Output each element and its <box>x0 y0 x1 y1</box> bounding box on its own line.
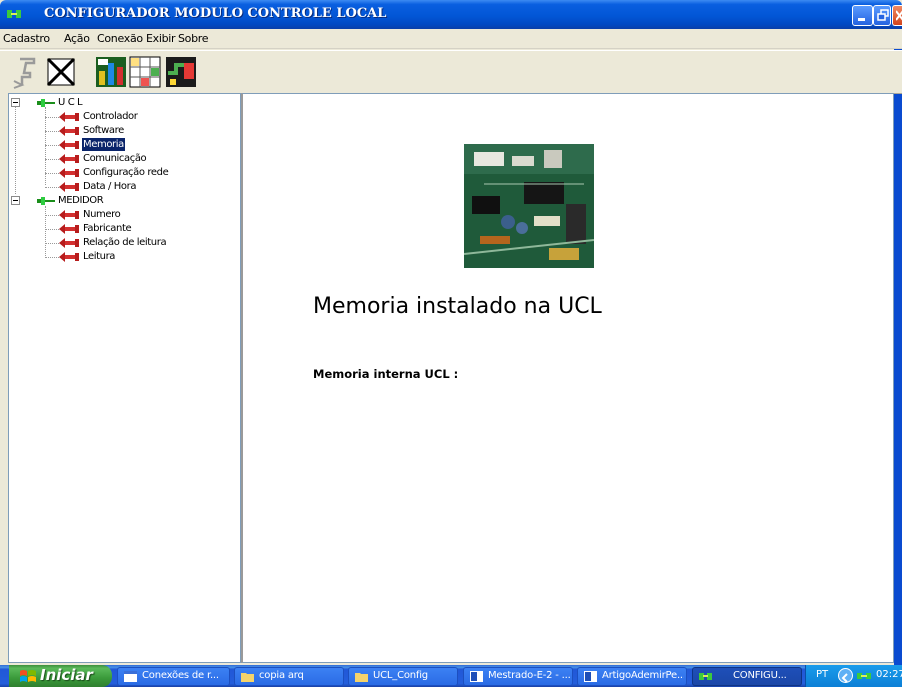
chevron-left-icon <box>841 673 848 683</box>
menu-conexao[interactable]: Conexão <box>97 32 143 45</box>
windows-flag-icon <box>20 670 36 682</box>
clock: 02:27 <box>876 669 902 680</box>
taskbar-label: CONFIGU... <box>733 670 787 681</box>
plug-green-icon <box>37 99 55 107</box>
connect-icon[interactable] <box>8 55 42 89</box>
tree-label: Relação de leitura <box>83 237 167 248</box>
plug-red-icon <box>59 154 79 164</box>
window-frame-right <box>894 29 902 665</box>
word-document-icon <box>584 671 597 682</box>
memory-field-label: Memoria interna UCL : <box>313 367 459 381</box>
disconnect-icon[interactable] <box>44 55 78 89</box>
window-title: CONFIGURADOR MODULO CONTROLE LOCAL <box>44 6 387 21</box>
menu-sobre[interactable]: Sobre <box>178 32 209 45</box>
taskbar-label: Mestrado-E-2 - ... <box>488 670 570 681</box>
restore-button[interactable] <box>873 5 891 26</box>
restore-icon <box>877 9 889 21</box>
navigation-tree: U C L Controlador Software Memoria Comun… <box>8 93 241 663</box>
menu-bar: Cadastro Ação Conexão Exibir Sobre <box>0 29 902 49</box>
tree-label: Comunicação <box>83 153 147 164</box>
tree-item-leitura[interactable]: Leitura <box>45 250 235 264</box>
tree-node-medidor[interactable]: MEDIDOR <box>11 194 211 208</box>
window-frame-left <box>0 93 8 665</box>
tree-label: Software <box>83 125 124 136</box>
tree-item-software[interactable]: Software <box>45 124 235 138</box>
tree-node-ucl[interactable]: U C L <box>11 96 211 110</box>
taskbar: Iniciar Conexões de r... copia arq UCL_C… <box>0 665 902 687</box>
tree-label: Configuração rede <box>83 167 169 178</box>
taskbar-button-conexoes[interactable]: Conexões de r... <box>117 667 230 686</box>
window-icon <box>124 671 137 682</box>
plug-red-icon <box>59 238 79 248</box>
taskbar-label: Conexões de r... <box>142 670 219 681</box>
plug-red-icon <box>59 140 79 150</box>
page-title: Memoria instalado na UCL <box>313 294 602 319</box>
taskbar-label: UCL_Config <box>373 670 428 681</box>
tree-label: Controlador <box>83 111 138 122</box>
folder-icon <box>241 673 254 682</box>
content-panel: Memoria instalado na UCL Memoria interna… <box>241 93 894 663</box>
tree-label: Numero <box>83 209 121 220</box>
title-bar[interactable]: CONFIGURADOR MODULO CONTROLE LOCAL <box>0 0 902 29</box>
tree-label: Data / Hora <box>83 181 137 192</box>
collapse-icon[interactable] <box>11 98 20 107</box>
toolbar <box>0 50 902 94</box>
app-icon <box>7 10 21 18</box>
start-label: Iniciar <box>40 666 93 684</box>
plug-red-icon <box>59 224 79 234</box>
collapse-icon[interactable] <box>11 196 20 205</box>
tree-label: U C L <box>58 97 83 108</box>
plug-red-icon <box>59 182 79 192</box>
start-button[interactable]: Iniciar <box>9 665 112 687</box>
close-button[interactable] <box>892 5 902 26</box>
taskbar-button-artigo[interactable]: ArtigoAdemirPe... <box>577 667 687 686</box>
plug-red-icon <box>59 210 79 220</box>
menu-cadastro[interactable]: Cadastro <box>3 32 50 45</box>
tree-label: Fabricante <box>83 223 132 234</box>
taskbar-button-configurador[interactable]: CONFIGU... <box>692 667 802 686</box>
tree-label: Leitura <box>83 251 116 262</box>
app-plug-icon <box>699 673 712 680</box>
taskbar-label: copia arq <box>259 670 304 681</box>
minimize-icon <box>858 18 865 21</box>
tree-item-comunicacao[interactable]: Comunicação <box>45 152 235 166</box>
tree-item-data-hora[interactable]: Data / Hora <box>45 180 235 194</box>
app-window: CONFIGURADOR MODULO CONTROLE LOCAL Cadas… <box>0 0 902 687</box>
taskbar-button-copia-arq[interactable]: copia arq <box>234 667 344 686</box>
plug-red-icon <box>59 168 79 178</box>
tree-line <box>15 102 16 194</box>
plug-red-icon <box>59 112 79 122</box>
controller-config-icon[interactable] <box>94 55 128 89</box>
plug-red-icon <box>59 126 79 136</box>
tray-app-icon[interactable] <box>857 671 871 681</box>
circuit-board-image <box>464 144 594 268</box>
grid-config-icon[interactable] <box>128 55 162 89</box>
minimize-button[interactable] <box>852 5 873 26</box>
close-icon <box>896 10 902 21</box>
language-indicator[interactable]: PT <box>816 669 828 680</box>
tree-item-configuracao-rede[interactable]: Configuração rede <box>45 166 235 180</box>
tray-expand-button[interactable] <box>838 668 853 683</box>
menu-acao[interactable]: Ação <box>64 32 90 45</box>
tree-item-fabricante[interactable]: Fabricante <box>45 222 235 236</box>
plug-red-icon <box>59 252 79 262</box>
plug-green-icon <box>37 197 55 205</box>
menu-exibir[interactable]: Exibir <box>146 32 176 45</box>
taskbar-button-ucl-config[interactable]: UCL_Config <box>348 667 458 686</box>
taskbar-button-mestrado[interactable]: Mestrado-E-2 - ... <box>463 667 573 686</box>
tree-item-numero[interactable]: Numero <box>45 208 235 222</box>
word-document-icon <box>470 671 483 682</box>
taskbar-label: ArtigoAdemirPe... <box>602 670 684 681</box>
folder-icon <box>355 673 368 682</box>
system-tray: PT 02:27 <box>805 665 902 687</box>
tree-item-relacao-de-leitura[interactable]: Relação de leitura <box>45 236 235 250</box>
meter-connect-icon[interactable] <box>164 55 198 89</box>
tree-label: MEDIDOR <box>58 195 104 206</box>
tree-item-controlador[interactable]: Controlador <box>45 110 235 124</box>
tree-item-memoria[interactable]: Memoria <box>45 138 235 152</box>
tree-label-selected: Memoria <box>82 138 125 151</box>
